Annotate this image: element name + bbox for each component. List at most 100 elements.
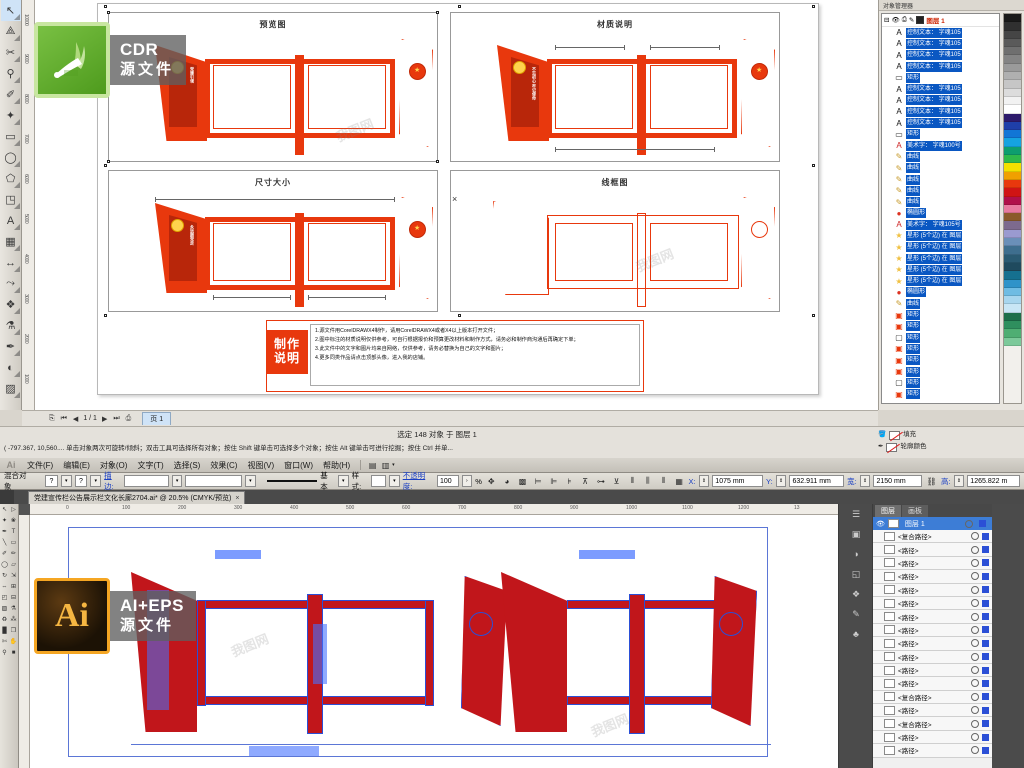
align-center-icon[interactable]: ⊫ [548,475,561,488]
ai-board-center-post[interactable] [629,594,645,734]
ai-layer-header[interactable]: 👁 图层 1 [873,517,992,530]
zoom-tool-icon[interactable]: ⚲ [1,63,21,84]
cdr-layer-row[interactable]: ▣ 矩形 [882,366,999,377]
text-tool-icon[interactable]: A [1,210,21,231]
palette-swatch[interactable] [1004,96,1021,106]
page-tab-1[interactable]: 页 1 [142,412,172,425]
menu-item-0[interactable]: 文件(F) [22,460,58,471]
selection-tool-icon[interactable]: ↖ [0,504,9,515]
selection-indicator[interactable] [982,613,989,621]
palette-swatch[interactable] [1004,312,1021,321]
cdr-layer-row[interactable]: A 控制文本： 字魂105 [882,27,999,38]
cdr-layer-list[interactable]: ⊟ 👁 ⎙ ✎ 图层 1 A 控制文本： 字魂105 A 控制文本： 字魂105 A 控制… [881,13,1000,404]
fill-swatch[interactable]: ? [45,475,58,487]
edit-icon[interactable]: ✎ [909,16,914,24]
direct-selection-tool-icon[interactable]: ▷ [9,504,18,515]
selection-handle[interactable] [812,5,815,8]
blend-tool-icon[interactable]: ♻ [0,614,9,625]
zoom-tool-icon[interactable]: ⚲ [0,647,9,658]
ai-dock-icon-strip[interactable]: ☰ ▣ ◑ ◱ ❖ ✎ ♣ [839,504,873,768]
cdr-color-palette[interactable] [1003,13,1022,404]
selection-indicator[interactable] [982,626,989,634]
ai-layer-row[interactable]: <路径> [873,663,992,678]
menu-item-3[interactable]: 文字(T) [132,460,168,471]
ai-menu-bar[interactable]: Ai 文件(F) 编辑(E) 对象(O) 文字(T) 选择(S) 效果(C) 视图(V) 窗口… [0,458,1024,473]
target-circle-icon[interactable] [971,532,979,541]
palette-swatch[interactable] [1004,238,1021,247]
page-first-button[interactable]: ⏮ [60,415,68,423]
type-tool-icon[interactable]: T [9,526,18,537]
selection-indicator[interactable] [982,532,989,540]
style-dropdown-icon[interactable]: ▾ [388,475,400,487]
symbols-panel-icon[interactable]: ❖ [839,584,873,604]
cdr-layer-row[interactable]: A 美术字： 字魂100号 [882,140,999,151]
palette-swatch[interactable] [1004,146,1021,156]
cdr-layer-row[interactable]: ▣ 矩形 [882,309,999,321]
selection-indicator[interactable] [982,693,989,701]
reference-point-icon[interactable]: ▦ [673,475,686,488]
artboard-tool-icon[interactable]: ❐ [9,625,18,636]
tabbar-grip[interactable] [0,490,14,504]
cdr-layer-row[interactable]: ▭ 矩形 [882,129,999,140]
shape-builder-tool-icon[interactable]: ⊞ [9,581,18,592]
rectangle-tool-icon[interactable]: ▭ [1,126,21,147]
y-stepper-icon[interactable]: ⇕ [775,475,787,487]
palette-swatch[interactable] [1004,30,1021,39]
ai-board-side-wing[interactable] [461,576,507,726]
menu-item-2[interactable]: 对象(O) [95,460,133,471]
target-circle-icon[interactable] [971,639,979,648]
page-prev-button[interactable]: ◀ [72,415,79,423]
cdr-layer-header[interactable]: ⊟ 👁 ⎙ ✎ 图层 1 [882,14,999,27]
opacity-label[interactable]: 不透明度: [403,470,434,492]
ai-layer-row[interactable]: <路径> [873,623,992,638]
cdr-layer-row[interactable]: ✎ 曲线 [882,196,999,208]
target-circle-icon[interactable] [971,585,979,594]
cdr-layer-row[interactable]: ★ 星形 (5个边) 在 图层 [882,242,999,253]
cdr-page-navigator[interactable]: ⎘ ⏮ ◀ 1 / 1 ▶ ⏭ ⎙ 页 1 [22,410,878,426]
table-tool-icon[interactable]: ▦ [1,231,21,252]
lasso-tool-icon[interactable]: ❀ [9,515,18,526]
target-circle-icon[interactable] [971,679,979,688]
cdr-layer-row[interactable]: ▢ 矩形 [882,332,999,343]
brush-dropdown-icon[interactable]: ▾ [337,475,349,487]
selection-handle[interactable] [436,11,439,14]
ai-panel-tabs[interactable]: 图层 画板 [873,504,992,517]
menu-item-5[interactable]: 效果(C) [205,460,242,471]
cdr-page[interactable]: 预览图 党建引领 ★ 材质说明 不忘初心 牢记使命 ★ 尺寸大小 永远跟党走 ★… [97,3,819,395]
selection-indicator[interactable] [982,653,989,661]
cdr-layer-row[interactable]: A 控制文本： 字魂105 [882,38,999,49]
menu-item-1[interactable]: 编辑(E) [58,460,95,471]
print-icon[interactable]: ⎙ [902,16,907,24]
stroke-profile-select[interactable] [185,475,243,487]
w-stepper-icon[interactable]: ⇕ [859,475,871,487]
palette-swatch[interactable] [1004,271,1021,280]
profile-dropdown-icon[interactable]: ▾ [245,475,256,487]
line-tool-icon[interactable]: ╲ [0,537,9,548]
gradient-tool-icon[interactable]: ▨ [0,603,9,614]
pick-tool-icon[interactable]: ↖ [0,0,21,21]
outline-tool-icon[interactable]: ✒ [1,336,21,357]
target-circle-icon[interactable] [965,519,973,528]
slice-tool-icon[interactable]: ✄ [0,636,9,647]
selection-handle[interactable] [107,11,110,14]
selection-handle[interactable] [104,5,107,8]
palette-swatch[interactable] [1004,254,1021,263]
target-circle-icon[interactable] [971,692,979,701]
palette-swatch[interactable] [1004,196,1021,205]
distribute-bottom-icon[interactable]: ⊻ [610,475,623,488]
page-next-button[interactable]: ▶ [101,415,108,423]
cdr-layer-row[interactable]: ★ 星形 (5个边) 在 图层 [882,264,999,275]
fill-dropdown-icon[interactable]: ▾ [60,475,72,487]
opacity-stepper-icon[interactable]: › [461,475,473,487]
ai-emblem-icon[interactable] [719,612,743,636]
eye-icon[interactable]: 👁 [891,16,899,24]
ai-layer-row[interactable]: <复合路径> [873,717,992,731]
tab-layers[interactable]: 图层 [875,504,901,517]
align-left-icon[interactable]: ⊨ [532,475,545,488]
align-right-icon[interactable]: ⊧ [563,475,576,488]
paintbrush-tool-icon[interactable]: ✐ [0,548,9,559]
align-to-icon[interactable]: ⫴ [626,475,639,488]
crop-tool-icon[interactable]: ✂ [1,42,21,63]
cdr-layer-row[interactable]: ★ 星形 (5个边) 在 图层 [882,230,999,241]
palette-swatch[interactable] [1004,155,1021,164]
